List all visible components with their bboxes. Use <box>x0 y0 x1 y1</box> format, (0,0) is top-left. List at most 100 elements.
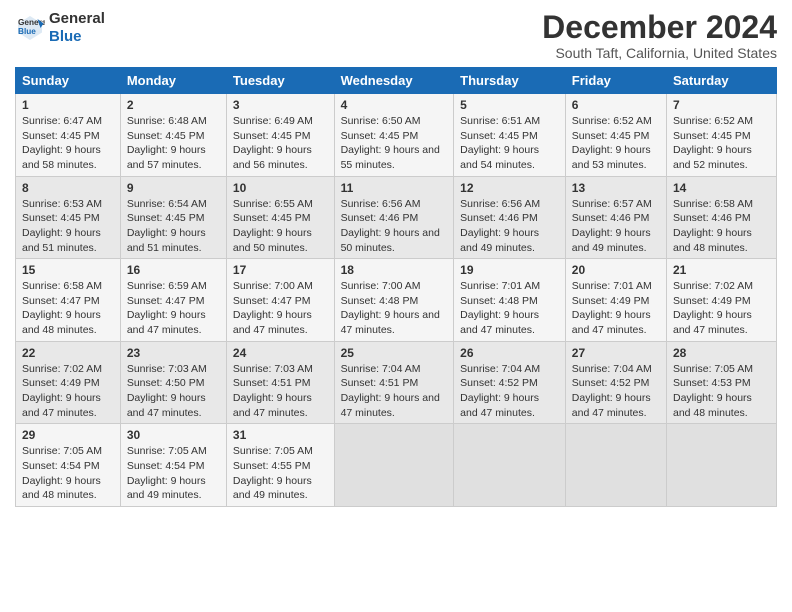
sunrise: Sunrise: 6:48 AM <box>127 115 207 127</box>
sunset: Sunset: 4:45 PM <box>460 130 538 142</box>
day-header-monday: Monday <box>120 68 226 94</box>
daylight: Daylight: 9 hours and 48 minutes. <box>673 392 752 419</box>
day-header-friday: Friday <box>565 68 666 94</box>
day-number: 27 <box>572 345 660 362</box>
calendar-cell: 1Sunrise: 6:47 AMSunset: 4:45 PMDaylight… <box>16 94 121 177</box>
sunrise: Sunrise: 7:05 AM <box>127 445 207 457</box>
sunrise: Sunrise: 7:03 AM <box>233 363 313 375</box>
logo-line2: Blue <box>49 28 105 46</box>
calendar-cell: 20Sunrise: 7:01 AM Sunset: 4:49 PM Dayligh… <box>565 259 666 342</box>
sunset: Sunset: 4:48 PM <box>341 295 419 307</box>
daylight: Daylight: 9 hours and 47 minutes. <box>460 392 539 419</box>
calendar-cell: 5Sunrise: 6:51 AM Sunset: 4:45 PM Daylight… <box>454 94 566 177</box>
calendar-cell: 19Sunrise: 7:01 AMSunset: 4:48 PMDayligh… <box>454 259 566 342</box>
daylight: Daylight: 9 hours and 50 minutes. <box>233 227 312 254</box>
day-number: 19 <box>460 262 559 279</box>
sunrise: Sunrise: 7:02 AM <box>673 280 753 292</box>
daylight: Daylight: 9 hours and 48 minutes. <box>22 475 101 502</box>
day-number: 22 <box>22 345 114 362</box>
daylight: Daylight: 9 hours and 49 minutes. <box>572 227 651 254</box>
day-number: 31 <box>233 427 328 444</box>
daylight: Daylight: 9 hours and 47 minutes. <box>127 309 206 336</box>
sunrise: Sunrise: 6:51 AM <box>460 115 540 127</box>
sunrise: Sunrise: 7:03 AM <box>127 363 207 375</box>
sunrise: Sunrise: 7:04 AM <box>460 363 540 375</box>
day-number: 1 <box>22 97 114 114</box>
daylight: Daylight: 9 hours and 51 minutes. <box>127 227 206 254</box>
calendar-header-row: SundayMondayTuesdayWednesdayThursdayFrid… <box>16 68 777 94</box>
day-header-sunday: Sunday <box>16 68 121 94</box>
day-number: 25 <box>341 345 448 362</box>
day-number: 20 <box>572 262 660 279</box>
daylight: Daylight: 9 hours and 47 minutes. <box>22 392 101 419</box>
day-number: 8 <box>22 180 114 197</box>
sunrise: Sunrise: 6:58 AM <box>673 198 753 210</box>
sunset: Sunset: 4:46 PM <box>673 212 751 224</box>
sunrise: Sunrise: 7:01 AM <box>572 280 652 292</box>
daylight: Daylight: 9 hours and 55 minutes. <box>341 144 440 171</box>
sunset: Sunset: 4:54 PM <box>22 460 100 472</box>
sunrise: Sunrise: 6:52 AM <box>673 115 753 127</box>
daylight: Daylight: 9 hours and 54 minutes. <box>460 144 539 171</box>
sunset: Sunset: 4:52 PM <box>460 377 538 389</box>
calendar-cell: 27Sunrise: 7:04 AMSunset: 4:52 PMDayligh… <box>565 341 666 424</box>
day-number: 7 <box>673 97 770 114</box>
calendar-cell: 16Sunrise: 6:59 AMSunset: 4:47 PMDayligh… <box>120 259 226 342</box>
page-title: December 2024 <box>542 10 777 45</box>
calendar-cell: 2Sunrise: 6:48 AMSunset: 4:45 PMDaylight… <box>120 94 226 177</box>
day-number: 12 <box>460 180 559 197</box>
daylight: Daylight: 9 hours and 47 minutes. <box>572 309 651 336</box>
sunset: Sunset: 4:47 PM <box>127 295 205 307</box>
daylight: Daylight: 9 hours and 57 minutes. <box>127 144 206 171</box>
calendar-cell: 21Sunrise: 7:02 AMSunset: 4:49 PMDayligh… <box>667 259 777 342</box>
calendar-cell: 28Sunrise: 7:05 AMSunset: 4:53 PMDayligh… <box>667 341 777 424</box>
calendar-cell <box>454 424 566 507</box>
calendar-table: SundayMondayTuesdayWednesdayThursdayFrid… <box>15 67 777 507</box>
sunset: Sunset: 4:45 PM <box>22 212 100 224</box>
calendar-cell: 4Sunrise: 6:50 AMSunset: 4:45 PMDaylight… <box>334 94 454 177</box>
daylight: Daylight: 9 hours and 48 minutes. <box>22 309 101 336</box>
sunset: Sunset: 4:49 PM <box>572 295 650 307</box>
sunrise: Sunrise: 6:53 AM <box>22 198 102 210</box>
day-number: 21 <box>673 262 770 279</box>
title-area: December 2024 South Taft, California, Un… <box>542 10 777 61</box>
calendar-week-row: 1Sunrise: 6:47 AMSunset: 4:45 PMDaylight… <box>16 94 777 177</box>
logo-line1: General <box>49 10 105 28</box>
sunset: Sunset: 4:45 PM <box>572 130 650 142</box>
day-header-tuesday: Tuesday <box>226 68 334 94</box>
calendar-cell: 31Sunrise: 7:05 AMSunset: 4:55 PMDayligh… <box>226 424 334 507</box>
daylight: Daylight: 9 hours and 47 minutes. <box>460 309 539 336</box>
day-header-saturday: Saturday <box>667 68 777 94</box>
calendar-cell <box>334 424 454 507</box>
daylight: Daylight: 9 hours and 47 minutes. <box>233 309 312 336</box>
page-subtitle: South Taft, California, United States <box>542 45 777 61</box>
sunset: Sunset: 4:50 PM <box>127 377 205 389</box>
sunrise: Sunrise: 6:49 AM <box>233 115 313 127</box>
sunset: Sunset: 4:52 PM <box>572 377 650 389</box>
day-number: 9 <box>127 180 220 197</box>
calendar-cell: 22Sunrise: 7:02 AMSunset: 4:49 PMDayligh… <box>16 341 121 424</box>
sunrise: Sunrise: 7:05 AM <box>22 445 102 457</box>
calendar-cell: 13Sunrise: 6:57 AMSunset: 4:46 PMDayligh… <box>565 176 666 259</box>
calendar-cell: 9Sunrise: 6:54 AMSunset: 4:45 PMDaylight… <box>120 176 226 259</box>
svg-text:Blue: Blue <box>18 27 36 36</box>
day-header-thursday: Thursday <box>454 68 566 94</box>
day-number: 5 <box>460 97 559 114</box>
sunset: Sunset: 4:45 PM <box>127 212 205 224</box>
daylight: Daylight: 9 hours and 49 minutes. <box>460 227 539 254</box>
day-number: 23 <box>127 345 220 362</box>
day-number: 14 <box>673 180 770 197</box>
calendar-cell: 15Sunrise: 6:58 AMSunset: 4:47 PMDayligh… <box>16 259 121 342</box>
calendar-cell: 30Sunrise: 7:05 AMSunset: 4:54 PMDayligh… <box>120 424 226 507</box>
calendar-week-row: 15Sunrise: 6:58 AMSunset: 4:47 PMDayligh… <box>16 259 777 342</box>
calendar-cell: 24Sunrise: 7:03 AMSunset: 4:51 PMDayligh… <box>226 341 334 424</box>
day-number: 10 <box>233 180 328 197</box>
sunrise: Sunrise: 6:56 AM <box>341 198 421 210</box>
day-header-wednesday: Wednesday <box>334 68 454 94</box>
daylight: Daylight: 9 hours and 47 minutes. <box>341 392 440 419</box>
page-container: General Blue General Blue December 2024 … <box>0 0 792 512</box>
sunset: Sunset: 4:53 PM <box>673 377 751 389</box>
daylight: Daylight: 9 hours and 47 minutes. <box>673 309 752 336</box>
calendar-cell: 12Sunrise: 6:56 AMSunset: 4:46 PMDayligh… <box>454 176 566 259</box>
sunset: Sunset: 4:46 PM <box>341 212 419 224</box>
